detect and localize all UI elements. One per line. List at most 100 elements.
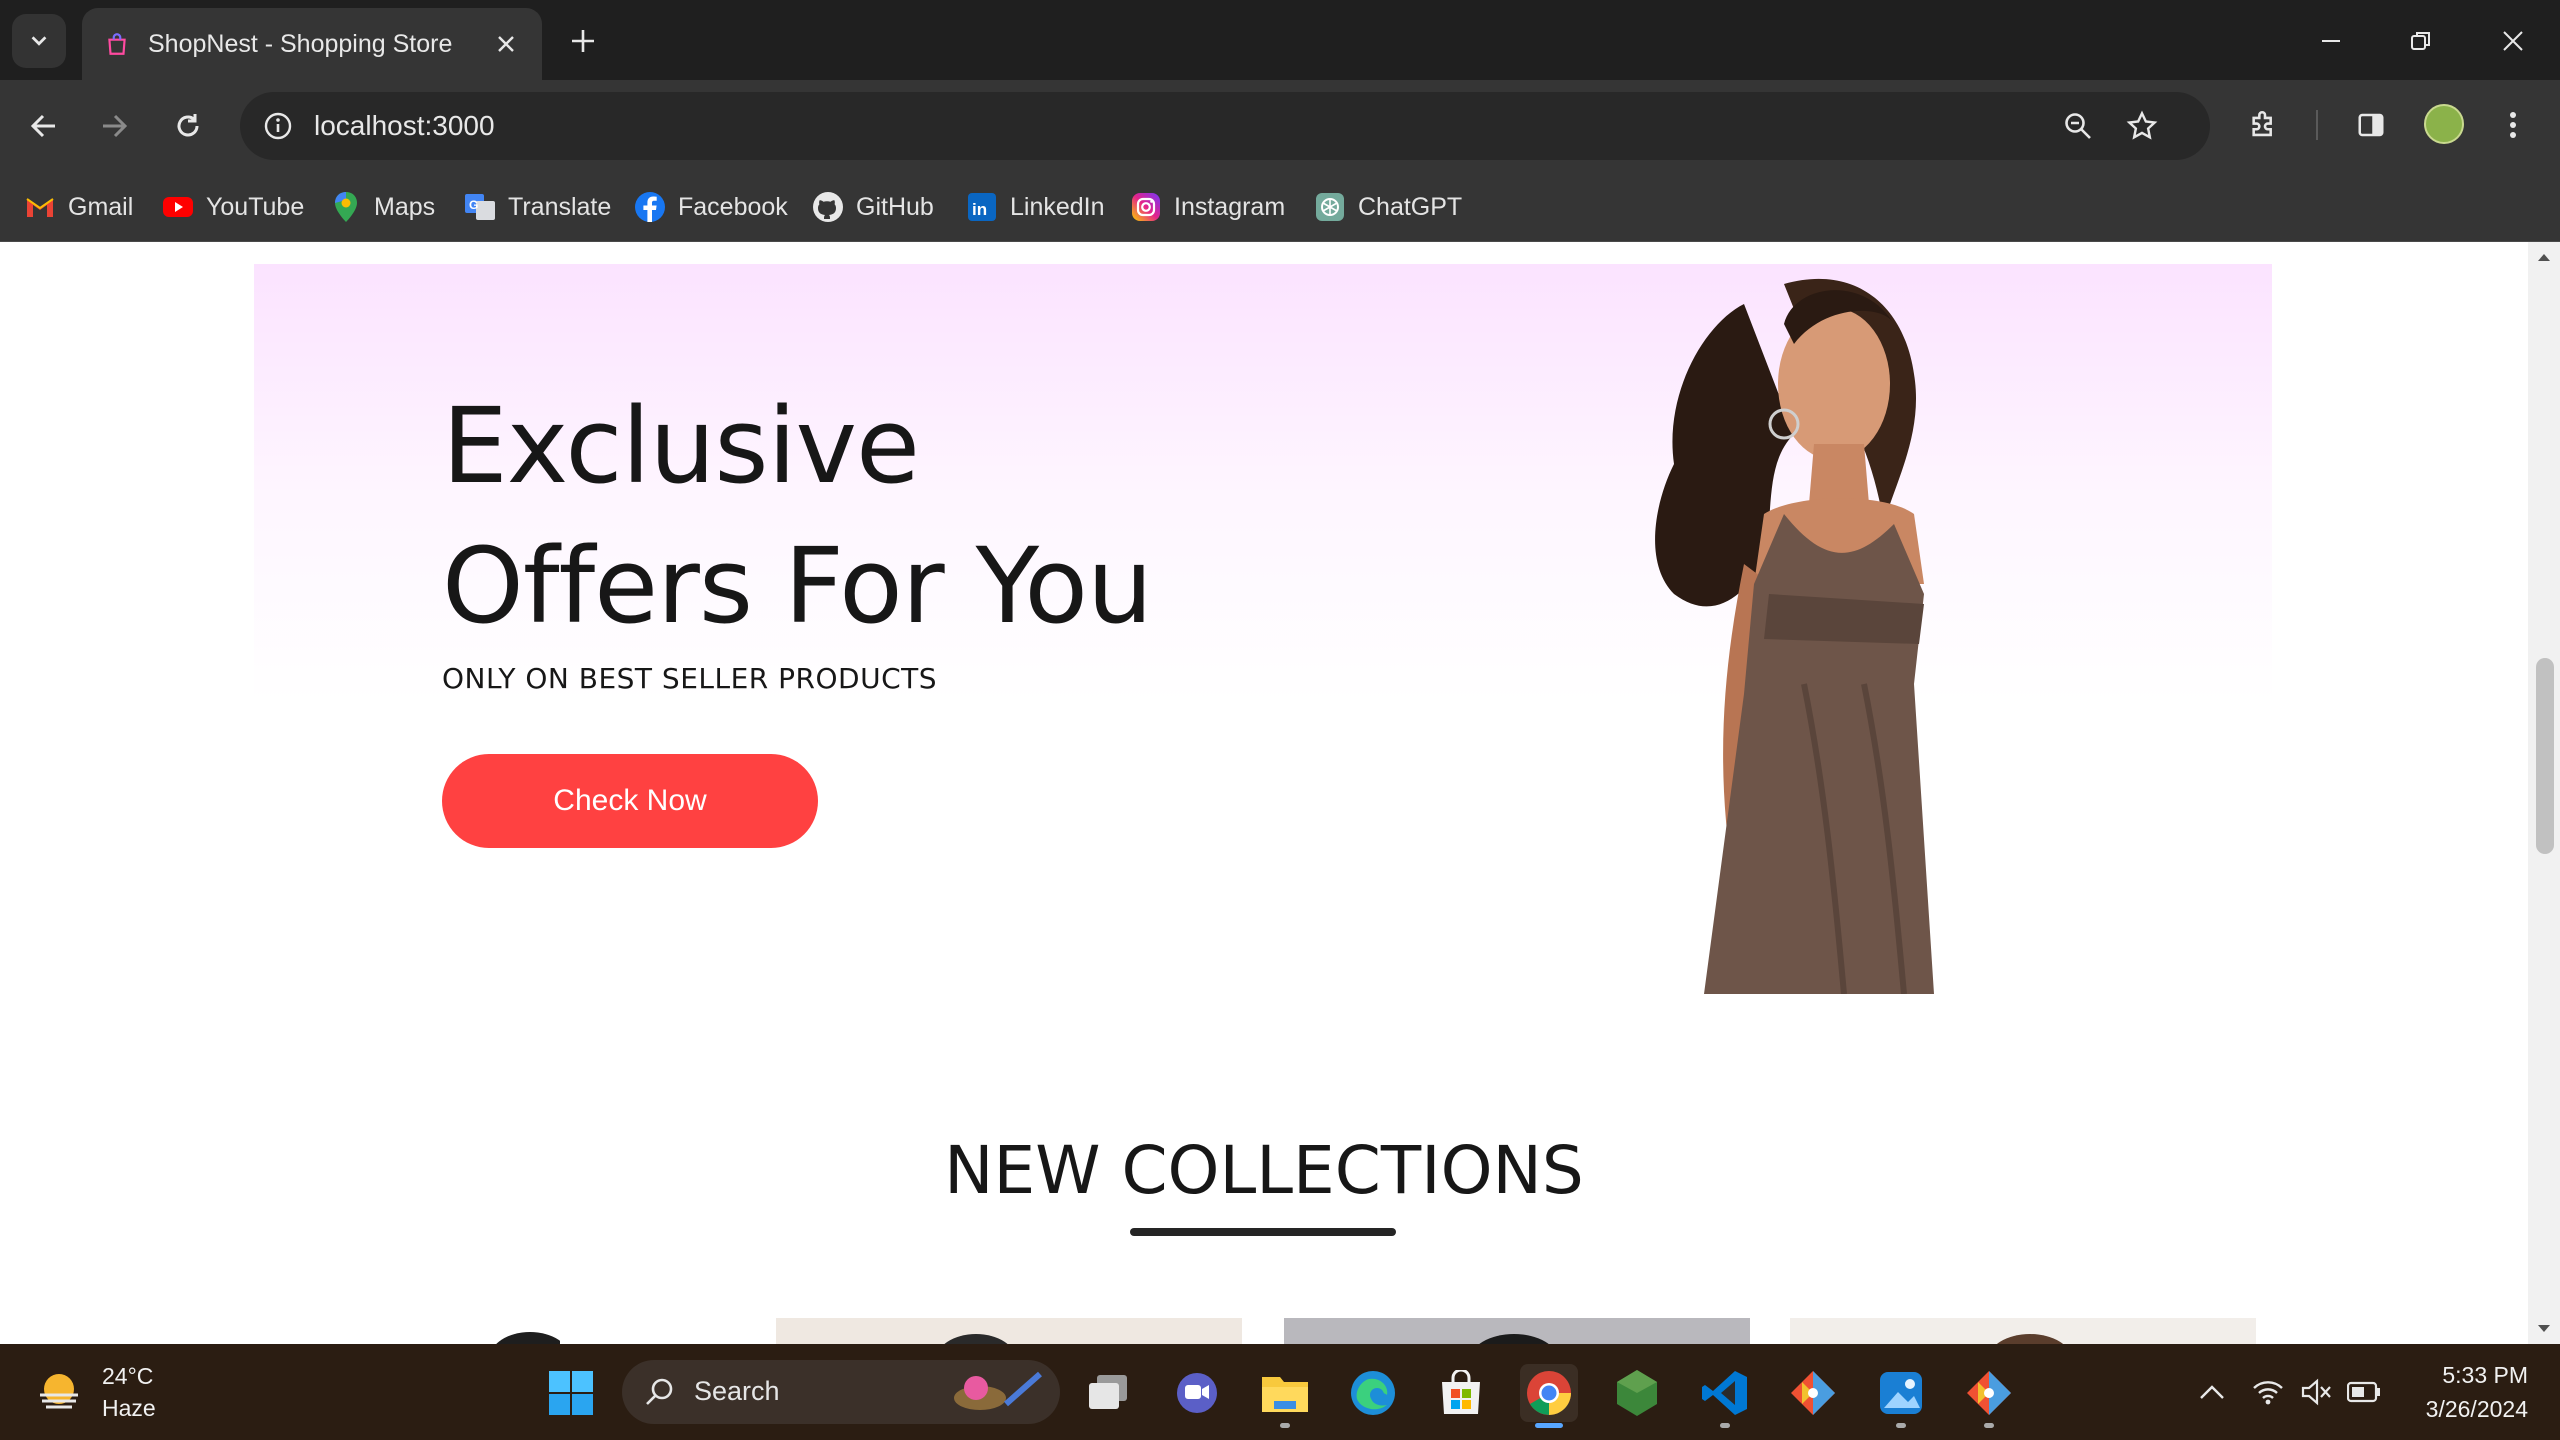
close-icon [498, 36, 514, 52]
tab-title: ShopNest - Shopping Store [148, 29, 453, 58]
bookmark-instagram[interactable]: Instagram [1130, 187, 1285, 227]
address-bar[interactable]: localhost:3000 [240, 92, 2210, 160]
reload-button[interactable] [164, 102, 212, 150]
search-icon [646, 1378, 673, 1405]
microsoft-store-button[interactable] [1432, 1364, 1490, 1422]
volume-muted-icon [2301, 1378, 2331, 1406]
product-card[interactable] [1284, 1318, 1750, 1344]
title-underline [1130, 1228, 1396, 1236]
running-indicator [1280, 1423, 1290, 1428]
forward-button[interactable] [90, 102, 138, 150]
video-call-icon [1177, 1373, 1217, 1413]
minimize-button[interactable] [2306, 16, 2356, 66]
bookmark-maps[interactable]: Maps [330, 187, 435, 227]
bookmark-github[interactable]: GitHub [812, 187, 934, 227]
product-image [496, 1332, 564, 1344]
arrow-left-icon [30, 114, 55, 138]
wifi-button[interactable] [2250, 1374, 2286, 1410]
taskbar-search[interactable]: Search [622, 1360, 1060, 1424]
edge-browser-icon [1351, 1371, 1395, 1415]
teams-meet-button[interactable] [1168, 1364, 1226, 1422]
bookmark-youtube[interactable]: YouTube [162, 187, 304, 227]
check-now-button[interactable]: Check Now [442, 754, 818, 848]
nodejs-button[interactable] [1608, 1364, 1666, 1422]
instagram-icon [1130, 191, 1162, 223]
bookmark-gmail[interactable]: Gmail [24, 187, 133, 227]
task-view-button[interactable] [1080, 1364, 1138, 1422]
svg-text:in: in [972, 200, 987, 219]
wifi-icon [2253, 1381, 2283, 1405]
weather-temperature: 24°C [102, 1363, 154, 1389]
bookmark-linkedin[interactable]: in LinkedIn [966, 187, 1105, 227]
scroll-down-arrow-icon[interactable] [2528, 1314, 2560, 1344]
profile-avatar[interactable] [2424, 104, 2464, 144]
facebook-icon [634, 191, 666, 223]
minimize-icon [2322, 40, 2340, 42]
git-tool-2-button[interactable] [1960, 1364, 2018, 1428]
bookmark-facebook[interactable]: Facebook [634, 187, 788, 227]
zoom-icon[interactable] [2056, 104, 2100, 148]
close-icon [2503, 31, 2523, 51]
system-clock[interactable]: 5:33 PM 3/26/2024 [2404, 1358, 2528, 1426]
edge-button[interactable] [1344, 1364, 1402, 1422]
chevron-up-icon [2200, 1385, 2224, 1399]
product-image [1996, 1334, 2064, 1344]
new-tab-button[interactable] [560, 18, 606, 64]
site-info-icon[interactable] [256, 104, 300, 148]
git-tool-button[interactable] [1784, 1364, 1842, 1422]
vscode-icon [1702, 1371, 1747, 1415]
side-panel-button[interactable] [2346, 100, 2396, 150]
github-icon [812, 191, 844, 223]
hero-model-image [1655, 278, 1934, 994]
restore-button[interactable] [2396, 16, 2446, 66]
file-explorer-button[interactable] [1256, 1364, 1314, 1428]
weather-description: Haze [102, 1395, 156, 1421]
search-label: Search [694, 1376, 780, 1406]
chrome-button[interactable] [1520, 1364, 1578, 1428]
back-button[interactable] [20, 102, 68, 150]
bookmark-translate[interactable]: G Translate [464, 187, 611, 227]
windows-logo-icon [549, 1371, 593, 1415]
page-scrollbar[interactable] [2528, 242, 2560, 1344]
battery-button[interactable] [2346, 1374, 2382, 1410]
side-panel-icon [2358, 113, 2384, 137]
extensions-button[interactable] [2240, 100, 2290, 150]
clock-date: 3/26/2024 [2425, 1396, 2528, 1422]
hero-subtitle: ONLY ON BEST SELLER PRODUCTS [442, 662, 938, 695]
git-diamond-icon [1791, 1371, 1835, 1415]
product-card[interactable] [300, 1318, 564, 1344]
vscode-button[interactable] [1696, 1364, 1754, 1428]
close-tab-button[interactable] [490, 28, 522, 60]
weather-widget[interactable]: 24°C Haze [34, 1360, 156, 1424]
volume-button[interactable] [2298, 1374, 2334, 1410]
tab-search-button[interactable] [12, 14, 66, 68]
search-highlight-art-icon [954, 1371, 1042, 1410]
url-text: localhost:3000 [314, 110, 495, 141]
shopping-bag-favicon-icon [108, 33, 126, 55]
bookmark-star-icon[interactable] [2120, 104, 2164, 148]
translate-icon: G [464, 191, 496, 223]
product-image [944, 1334, 1008, 1344]
hero-banner: Exclusive Offers For You ONLY ON BEST SE… [254, 264, 2272, 994]
hero-title-line-1: Exclusive [442, 385, 920, 507]
new-collections-title: NEW COLLECTIONS [944, 1132, 1584, 1209]
photos-button[interactable] [1872, 1364, 1930, 1428]
browser-menu-button[interactable] [2488, 100, 2538, 150]
hero-title: Exclusive Offers For You [442, 376, 1153, 656]
close-window-button[interactable] [2488, 16, 2538, 66]
scroll-up-arrow-icon[interactable] [2528, 242, 2560, 272]
show-hidden-icons-button[interactable] [2194, 1374, 2230, 1410]
git-diamond-icon [1967, 1371, 2011, 1415]
hero-title-line-2: Offers For You [442, 525, 1153, 647]
more-vertical-icon [2510, 112, 2516, 138]
battery-icon [2347, 1381, 2380, 1403]
linkedin-icon: in [966, 191, 998, 223]
product-card[interactable] [776, 1318, 1242, 1344]
bookmarks-bar: Gmail YouTube Maps G Translate Facebook … [0, 172, 2560, 242]
bookmark-chatgpt[interactable]: ChatGPT [1314, 187, 1462, 227]
active-tab[interactable]: ShopNest - Shopping Store [82, 8, 542, 80]
product-card[interactable] [1790, 1318, 2256, 1344]
store-icon [1442, 1370, 1480, 1414]
scrollbar-thumb[interactable] [2536, 658, 2554, 854]
start-button[interactable] [542, 1364, 600, 1422]
